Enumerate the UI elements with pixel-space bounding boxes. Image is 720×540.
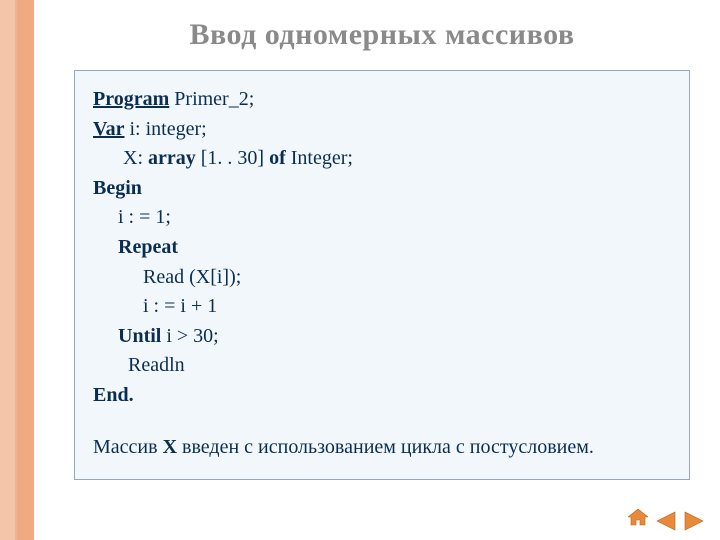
left-decorative-border bbox=[0, 0, 34, 540]
nav-buttons bbox=[628, 509, 706, 532]
prev-button[interactable] bbox=[654, 511, 678, 531]
code-line: X: array [1. . 30] of Integer; bbox=[93, 144, 671, 174]
footer-note: Массив X введен с использованием цикла с… bbox=[93, 433, 671, 461]
home-icon bbox=[628, 509, 648, 527]
code-box: Program Primer_2; Var i: integer; X: arr… bbox=[74, 70, 690, 480]
next-button[interactable] bbox=[682, 511, 706, 531]
home-button[interactable] bbox=[628, 509, 650, 532]
code-line: Read (X[i]); bbox=[93, 263, 671, 293]
content-area: Ввод одномерных массивов Program Primer_… bbox=[34, 0, 720, 540]
code-line: i : = i + 1 bbox=[93, 292, 671, 322]
code-line: Begin bbox=[93, 174, 671, 204]
code-line: Program Primer_2; bbox=[93, 85, 671, 115]
slide-title: Ввод одномерных массивов bbox=[74, 18, 690, 52]
triangle-left-icon bbox=[655, 511, 677, 531]
code-line: Var i: integer; bbox=[93, 115, 671, 145]
code-line: Readln bbox=[93, 351, 671, 381]
code-line: Repeat bbox=[93, 233, 671, 263]
code-line: Until i > 30; bbox=[93, 322, 671, 352]
code-line: End. bbox=[93, 381, 671, 411]
code-line: i : = 1; bbox=[93, 203, 671, 233]
triangle-right-icon bbox=[683, 511, 705, 531]
